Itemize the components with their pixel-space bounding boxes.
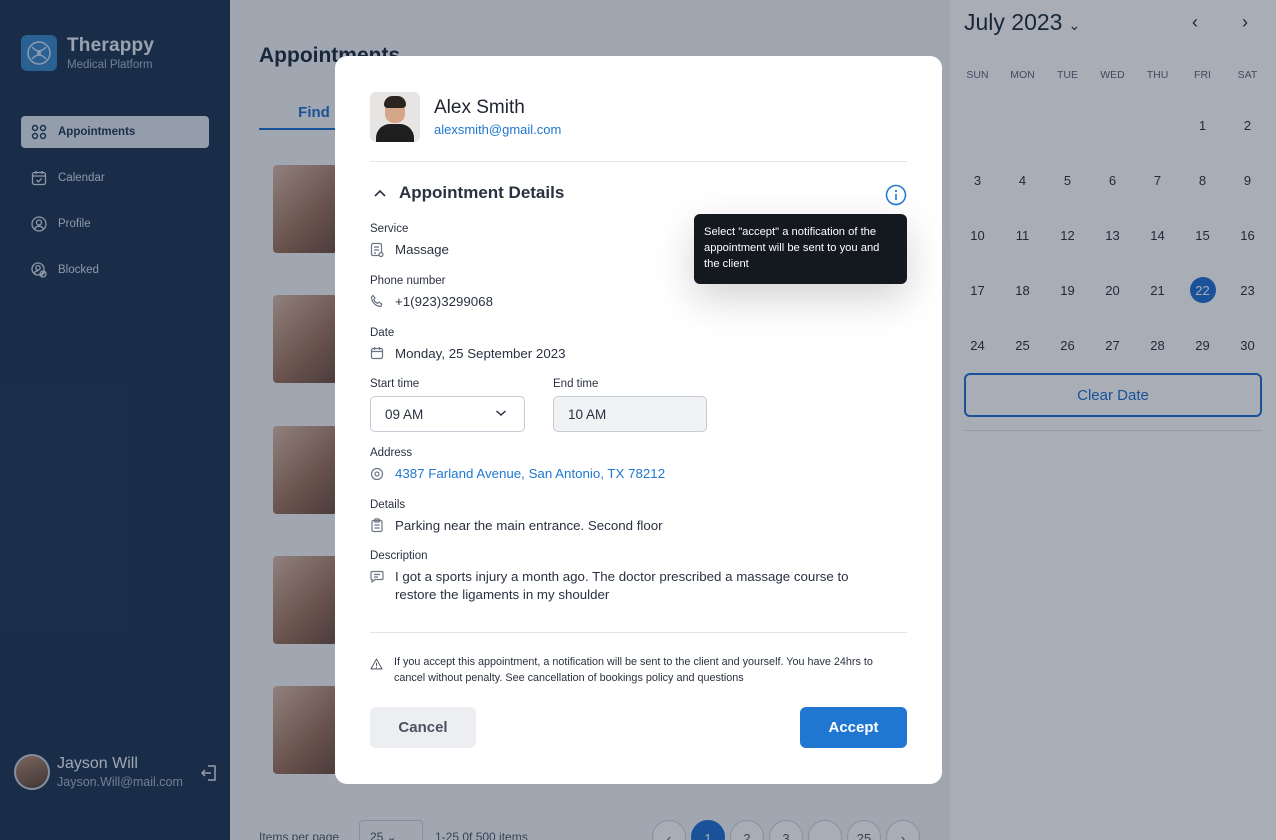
notice-text: If you accept this appointment, a notifi… [393,656,873,684]
description-field: I got a sports injury a month ago. The d… [370,568,860,604]
date-field: Monday, 25 September 2023 [370,345,566,363]
description-label: Description [370,550,428,562]
description-value: I got a sports injury a month ago. The d… [395,569,849,602]
address-field: 4387 Farland Avenue, San Antonio, TX 782… [370,465,665,483]
document-icon [370,242,384,258]
accept-button[interactable]: Accept [800,707,907,748]
service-value: Massage [395,242,449,257]
end-time-value: 10 AM [568,407,607,422]
info-tooltip: Select "accept" a notification of the ap… [694,214,907,284]
section-title: Appointment Details [399,183,565,202]
date-value: Monday, 25 September 2023 [395,346,566,361]
acceptance-notice: If you accept this appointment, a notifi… [370,654,907,686]
service-field: Massage [370,241,449,259]
start-time-label: Start time [370,378,420,390]
info-icon[interactable] [885,184,907,206]
details-field: Parking near the main entrance. Second f… [370,517,663,535]
details-label: Details [370,499,406,511]
phone-value: +1(923)3299068 [395,294,493,309]
start-time-select[interactable]: 09 AM [370,396,525,432]
client-avatar [370,92,420,142]
chevron-down-icon [496,410,506,417]
section-toggle[interactable]: Appointment Details [373,183,564,203]
warning-icon [370,658,383,670]
details-value: Parking near the main entrance. Second f… [395,518,663,533]
service-label: Service [370,223,409,235]
end-time-field[interactable]: 10 AM [553,396,707,432]
clipboard-icon [371,518,383,533]
calendar-icon [370,347,384,360]
cancel-button[interactable]: Cancel [370,707,476,748]
address-link[interactable]: 4387 Farland Avenue, San Antonio, TX 782… [395,465,665,483]
date-label: Date [370,327,395,339]
chevron-up-icon [374,189,386,197]
divider [370,161,907,162]
phone-icon [370,294,383,308]
appointment-modal: Alex Smith alexsmith@gmail.com Appointme… [335,56,942,784]
phone-label: Phone number [370,275,446,287]
message-icon [370,570,384,583]
location-pin-icon [370,467,384,481]
divider [370,632,907,633]
end-time-label: End time [553,378,599,390]
start-time-value: 09 AM [385,407,424,422]
address-label: Address [370,447,413,459]
client-name: Alex Smith [434,97,525,118]
client-header: Alex Smith alexsmith@gmail.com [370,92,561,142]
phone-field: +1(923)3299068 [370,293,493,311]
client-email[interactable]: alexsmith@gmail.com [434,122,561,137]
